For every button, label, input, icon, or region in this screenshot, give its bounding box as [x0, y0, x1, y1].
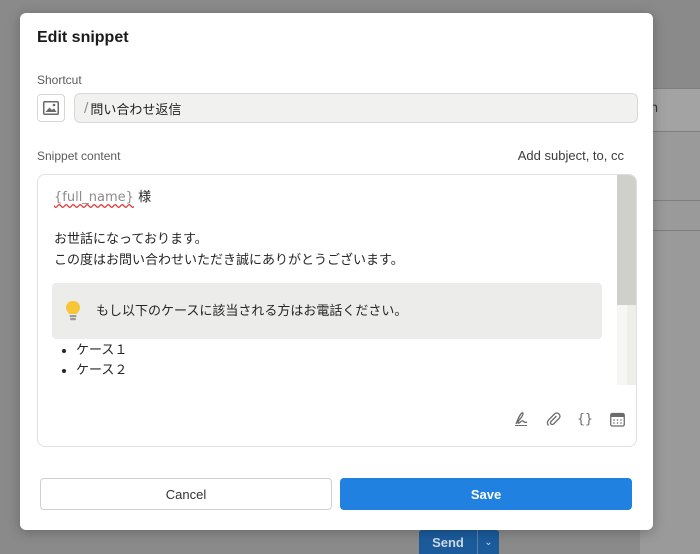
greeting-suffix: 様	[133, 190, 152, 205]
scrollbar-thumb[interactable]	[617, 175, 636, 305]
list-item: ケース２	[76, 361, 602, 381]
snippet-content-label: Snippet content	[37, 149, 121, 163]
signature-icon[interactable]	[512, 410, 530, 428]
attachment-icon[interactable]	[544, 410, 562, 428]
save-button[interactable]: Save	[340, 478, 632, 510]
shortcut-value: 問い合わせ返信	[90, 102, 182, 118]
scrollbar-lower-track	[617, 305, 627, 385]
variable-braces-icon[interactable]: {}	[576, 410, 594, 428]
cancel-button[interactable]: Cancel	[40, 478, 332, 510]
callout-text: もし以下のケースに該当される方はお電話ください。	[96, 303, 408, 319]
full-name-variable[interactable]: {full_name}	[54, 190, 134, 205]
body-line-2: この度はお問い合わせいただき誠にありがとうございます。	[54, 253, 404, 268]
calendar-icon[interactable]	[608, 410, 626, 428]
shortcut-prefix: /	[84, 100, 89, 116]
greeting-line: {full_name} 様	[54, 187, 602, 208]
image-icon	[43, 101, 59, 115]
edit-snippet-dialog: Edit snippet Shortcut / 問い合わせ返信 Snippet …	[20, 13, 653, 530]
dialog-title: Edit snippet	[37, 29, 129, 46]
callout-block: もし以下のケースに該当される方はお電話ください。	[52, 283, 602, 339]
case-list: ケース１ ケース２	[54, 341, 602, 381]
background-send-button[interactable]: Send ⌄	[419, 530, 499, 554]
chevron-down-icon[interactable]: ⌄	[477, 530, 499, 554]
shortcut-input[interactable]: / 問い合わせ返信	[74, 93, 638, 123]
snippet-editor[interactable]: {full_name} 様 お世話になっております。 この度はお問い合わせいただ…	[37, 174, 637, 447]
editor-content[interactable]: {full_name} 様 お世話になっております。 この度はお問い合わせいただ…	[38, 175, 618, 385]
shortcut-label: Shortcut	[37, 73, 82, 87]
editor-toolbar: {}	[512, 410, 626, 428]
send-label: Send	[432, 534, 464, 550]
image-button[interactable]	[37, 94, 65, 122]
body-line-1: お世話になっております。	[54, 232, 208, 247]
list-item: ケース１	[76, 341, 602, 361]
lightbulb-icon	[64, 300, 86, 322]
add-subject-link[interactable]: Add subject, to, cc	[518, 148, 624, 163]
